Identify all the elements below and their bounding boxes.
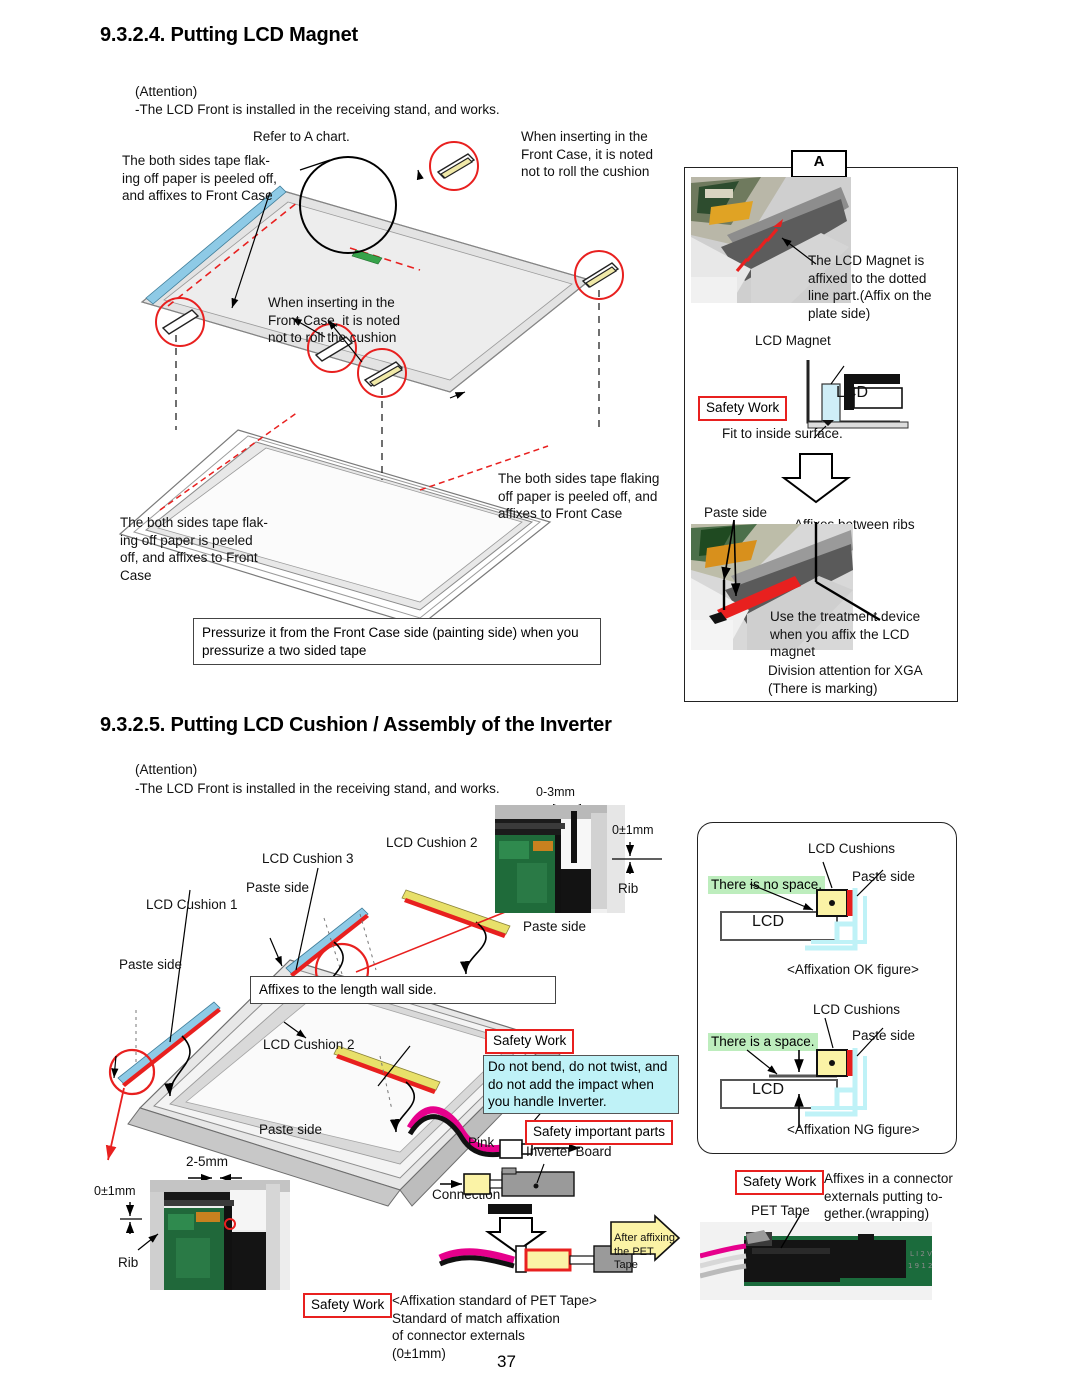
caption-affixation-ok: <Affixation OK figure> <box>787 962 919 977</box>
section-heading-9325: 9.3.2.5. Putting LCD Cushion / Assembly … <box>100 714 612 736</box>
label-lcd-ng: LCD <box>752 1081 785 1098</box>
note-xga-division: Division attention for XGA (There is mar… <box>768 663 923 696</box>
callout-tape-bottom-left: The both sides tape flak- ing off paper … <box>120 515 268 583</box>
label-rib-top: Rib <box>618 881 639 896</box>
photo-rib-top <box>495 805 625 913</box>
pressurize-note-box: Pressurize it from the Front Case side (… <box>193 618 601 665</box>
note-pet-wrapping: Affixes in a connector externals putting… <box>824 1171 953 1221</box>
dim-2-5mm: 2-5mm <box>186 1154 229 1169</box>
label-rib-left: Rib <box>118 1255 139 1270</box>
label-lcd-magnet: LCD Magnet <box>755 333 831 348</box>
note-treatment-device: Use the treatment device when you affix … <box>770 609 921 659</box>
label-lcd-cushion-2-mid: LCD Cushion 2 <box>263 1037 355 1052</box>
dim-0-3mm: 0-3mm <box>536 785 575 799</box>
safety-work-badge-magnet: Safety Work <box>698 396 788 421</box>
label-paste-side-2: Paste side <box>119 957 183 972</box>
note-fit-inside-surface: Fit to inside surface. <box>722 426 843 441</box>
label-paste-side-4: Paste side <box>259 1122 323 1137</box>
label-lcd-ok: LCD <box>752 913 785 930</box>
label-lcd-cushion-3: LCD Cushion 3 <box>262 851 354 866</box>
label-inverter-board: Inverter Board <box>526 1144 612 1159</box>
attention-text-9325: -The LCD Front is installed in the recei… <box>135 781 500 796</box>
note-lcd-magnet-dotted: The LCD Magnet is affixed to the dotted … <box>808 253 932 321</box>
caption-affixation-ng: <Affixation NG figure> <box>787 1122 920 1137</box>
photo-pet-tape-connector: L I 2 V 1 9 1 2 0 2 <box>700 1222 932 1300</box>
dim-arrow-0-1mm-left <box>120 1202 159 1251</box>
safety-important-parts-badge: Safety important parts <box>525 1120 674 1145</box>
callout-tape-right: The both sides tape flaking off paper is… <box>498 471 660 521</box>
label-pink-cable: Pink <box>468 1135 495 1150</box>
label-lcd-cushion-2-top: LCD Cushion 2 <box>386 835 478 850</box>
callout-cushion-top-right: When inserting in the Front Case, it is … <box>521 129 654 179</box>
label-paste-side-1: Paste side <box>246 880 310 895</box>
attention-label-9325: (Attention) <box>135 762 198 777</box>
safety-work-badge-pet: Safety Work <box>735 1170 825 1195</box>
dim-0-1mm-left: 0±1mm <box>94 1184 136 1198</box>
affixation-ok-figure <box>720 861 884 951</box>
dim-arrow-0-1mm-top <box>612 842 662 874</box>
pet-tape-leader-line <box>780 1213 802 1249</box>
affixation-ng-figure <box>720 1017 884 1128</box>
label-lcd-cross-section: LCD <box>836 384 869 401</box>
label-paste-side-3: Paste side <box>523 919 587 934</box>
svg-text:1 9 1 2 0 2: 1 9 1 2 0 2 <box>908 1262 932 1270</box>
callout-tape-left-top: The both sides tape flak- ing off paper … <box>122 153 277 203</box>
dim-0-1mm-top: 0±1mm <box>612 823 654 837</box>
manual-page: 9.3.2.4. Putting LCD Magnet (Attention) … <box>0 0 1080 1397</box>
affixes-wall-box: Affixes to the length wall side. <box>250 976 556 1004</box>
attention-text-9324: -The LCD Front is installed in the recei… <box>135 102 500 117</box>
page-number: 37 <box>497 1352 516 1371</box>
svg-text:L I 2 V: L I 2 V <box>910 1250 932 1258</box>
callout-refer-a-chart: Refer to A chart. <box>253 129 350 144</box>
panel-a-tag: A <box>791 150 847 178</box>
label-lcd-cushion-1: LCD Cushion 1 <box>146 897 238 912</box>
safety-work-badge-inverter: Safety Work <box>485 1029 575 1054</box>
safety-work-badge-pet-standard: Safety Work <box>303 1293 393 1318</box>
down-arrow-icon <box>781 453 851 504</box>
inverter-warning-box: Do not bend, do not twist, and do not ad… <box>483 1055 679 1114</box>
section-heading-9324: 9.3.2.4. Putting LCD Magnet <box>100 24 358 46</box>
callout-cushion-middle: When inserting in the Front Case, it is … <box>268 295 401 345</box>
attention-label-9324: (Attention) <box>135 84 198 99</box>
pet-standard-note: <Affixation standard of PET Tape> Standa… <box>392 1293 597 1361</box>
after-affixing-arrow-text: After affixing the PET Tape <box>614 1232 675 1271</box>
